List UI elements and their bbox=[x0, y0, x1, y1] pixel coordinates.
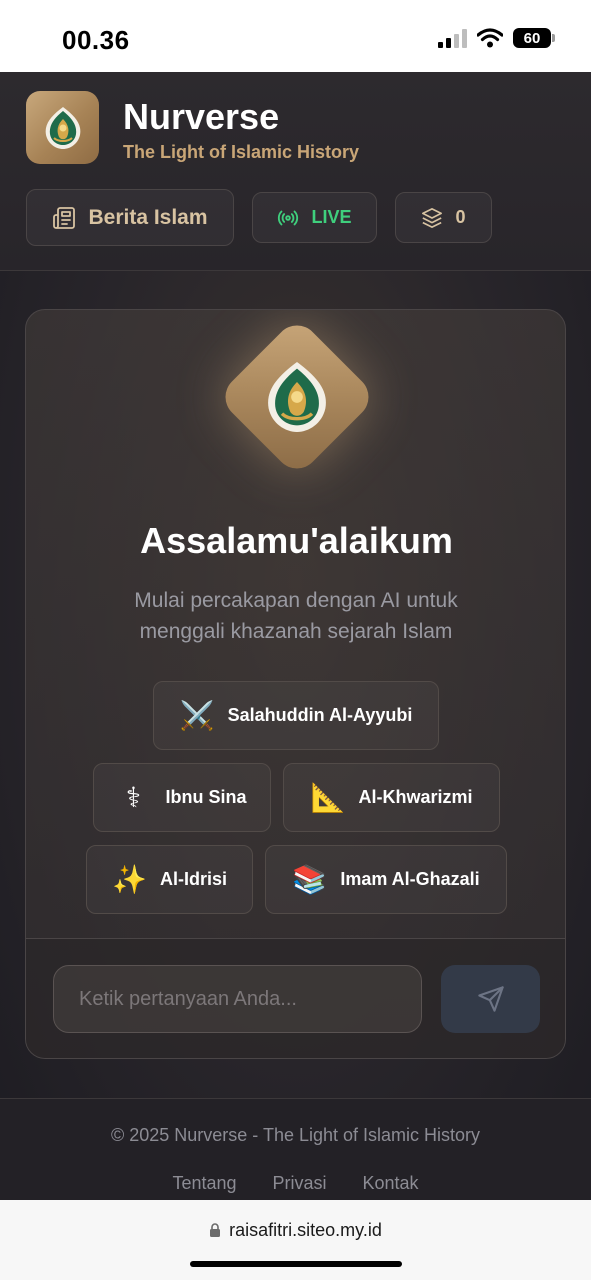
browser-url-bar: raisafitri.siteo.my.id bbox=[0, 1200, 591, 1280]
layers-button[interactable]: 0 bbox=[395, 192, 492, 243]
medical-symbol-icon: ⚕ bbox=[125, 781, 142, 814]
status-time: 00.36 bbox=[62, 25, 130, 55]
lock-icon bbox=[210, 1223, 221, 1237]
footer: © 2025 Nurverse - The Light of Islamic H… bbox=[0, 1098, 591, 1200]
intro-text: Mulai percakapan dengan AI untuk menggal… bbox=[134, 589, 458, 643]
send-button[interactable] bbox=[441, 965, 540, 1033]
suggestion-label: Al-Khwarizmi bbox=[358, 787, 473, 807]
footer-link-contact[interactable]: Kontak bbox=[363, 1173, 419, 1194]
islamic-news-button[interactable]: Berita Islam bbox=[26, 189, 234, 246]
islamic-news-label: Berita Islam bbox=[88, 205, 208, 229]
chat-card: Assalamu'alaikum Mulai percakapan dengan… bbox=[25, 309, 566, 1059]
footer-links: Tentang Privasi Kontak bbox=[0, 1173, 591, 1194]
hero-emblem bbox=[216, 316, 378, 478]
url-text: raisafitri.siteo.my.id bbox=[229, 1220, 382, 1240]
app-root: Nurverse The Light of Islamic History Be… bbox=[0, 72, 591, 1200]
footer-link-about[interactable]: Tentang bbox=[172, 1173, 236, 1194]
live-label: LIVE bbox=[311, 207, 352, 227]
live-button[interactable]: LIVE bbox=[252, 192, 377, 243]
cellular-signal-icon bbox=[438, 28, 467, 48]
broadcast-icon bbox=[278, 210, 299, 225]
suggestion-chip-al-khwarizmi[interactable]: 📐 Al-Khwarizmi bbox=[283, 763, 500, 832]
app-tagline: The Light of Islamic History bbox=[123, 142, 360, 162]
url-display[interactable]: raisafitri.siteo.my.id bbox=[0, 1220, 591, 1241]
greeting-heading: Assalamu'alaikum bbox=[140, 520, 453, 561]
newspaper-icon bbox=[53, 206, 76, 229]
suggestion-label: Imam Al-Ghazali bbox=[340, 869, 480, 889]
battery-icon: 60 bbox=[513, 28, 555, 48]
wifi-icon bbox=[477, 28, 503, 48]
suggestion-label: Ibnu Sina bbox=[165, 787, 247, 807]
sparkles-icon: ✨ bbox=[111, 863, 147, 896]
suggestion-chip-al-idrisi[interactable]: ✨ Al-Idrisi bbox=[86, 845, 253, 914]
suggestion-label: Salahuddin Al-Ayyubi bbox=[227, 705, 413, 725]
suggestion-chip-salahuddin[interactable]: ⚔️ Salahuddin Al-Ayyubi bbox=[153, 681, 439, 750]
triangle-ruler-icon: 📐 bbox=[310, 781, 346, 814]
suggestion-chip-ibnu-sina[interactable]: ⚕ Ibnu Sina bbox=[93, 763, 271, 832]
leaf-emblem-icon bbox=[268, 362, 326, 432]
status-bar: 00.36 60 bbox=[0, 0, 591, 72]
crossed-swords-icon: ⚔️ bbox=[179, 699, 215, 732]
leaf-emblem-icon bbox=[45, 106, 80, 149]
footer-link-privacy[interactable]: Privasi bbox=[273, 1173, 327, 1194]
send-icon bbox=[477, 986, 504, 1012]
layers-count: 0 bbox=[455, 207, 466, 227]
layers-icon bbox=[422, 207, 443, 228]
chat-input[interactable] bbox=[53, 965, 422, 1033]
chat-input-area bbox=[26, 938, 565, 1058]
books-icon: 📚 bbox=[292, 863, 328, 896]
suggestion-chip-imam-al-ghazali[interactable]: 📚 Imam Al-Ghazali bbox=[265, 845, 507, 914]
home-indicator[interactable] bbox=[190, 1261, 402, 1267]
app-title: Nurverse bbox=[123, 96, 280, 137]
status-icons: 60 bbox=[438, 28, 555, 48]
copyright-text: © 2025 Nurverse - The Light of Islamic H… bbox=[110, 1125, 481, 1145]
app-logo[interactable] bbox=[26, 91, 99, 164]
suggestion-label: Al-Idrisi bbox=[159, 869, 227, 889]
header: Nurverse The Light of Islamic History Be… bbox=[0, 72, 591, 271]
